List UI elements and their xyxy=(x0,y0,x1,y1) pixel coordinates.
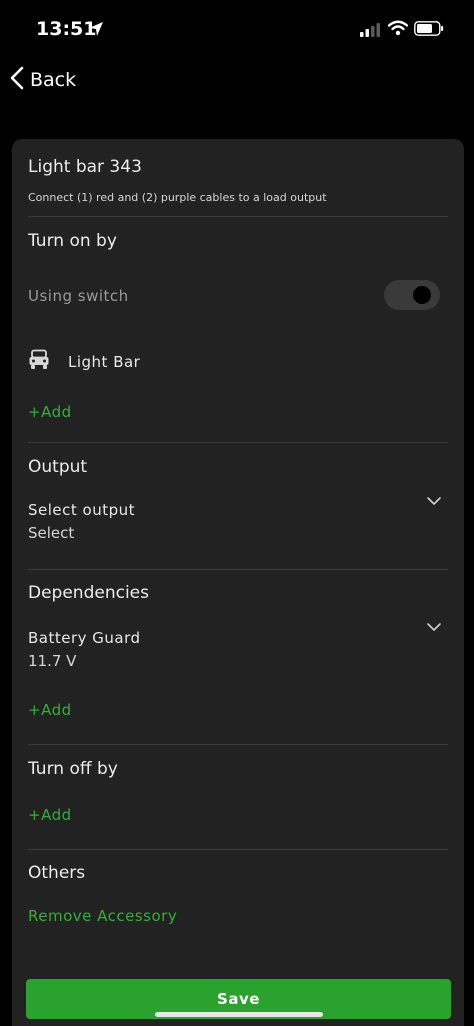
accessory-card: Light bar 343 Connect (1) red and (2) pu… xyxy=(12,139,464,1026)
dependency-value: 11.7 V xyxy=(28,652,77,670)
using-switch-row: Using switch xyxy=(28,280,448,317)
accessory-header: Light bar 343 xyxy=(28,157,448,177)
output-heading: Output xyxy=(28,457,88,477)
output-field-value: Select xyxy=(28,524,75,542)
remove-accessory-row: Remove Accessory xyxy=(28,906,448,925)
turn-on-add-row: +Add xyxy=(28,402,448,421)
dependencies-add-row: +Add xyxy=(28,700,448,719)
turn-on-section: Turn on by xyxy=(28,231,448,251)
car-icon xyxy=(28,349,50,375)
divider xyxy=(28,442,448,443)
dependency-label: Battery Guard xyxy=(28,629,141,647)
wifi-icon xyxy=(387,20,409,40)
chevron-left-icon xyxy=(10,66,24,94)
accessory-subtitle: Connect (1) red and (2) purple cables to… xyxy=(28,191,327,204)
turn-off-add-button[interactable]: +Add xyxy=(28,806,72,824)
chevron-down-icon[interactable] xyxy=(426,617,442,636)
divider xyxy=(28,849,448,850)
dependencies-add-button[interactable]: +Add xyxy=(28,701,72,719)
back-button[interactable]: Back xyxy=(10,64,76,96)
status-bar: 13:51 xyxy=(0,0,474,58)
dependencies-heading: Dependencies xyxy=(28,583,149,603)
turn-off-section: Turn off by xyxy=(28,759,448,779)
output-section: Output xyxy=(28,457,448,477)
divider xyxy=(28,216,448,217)
trigger-item[interactable]: Light Bar xyxy=(28,349,448,375)
chevron-down-icon[interactable] xyxy=(426,491,442,510)
accessory-subtitle-row: Connect (1) red and (2) purple cables to… xyxy=(28,191,448,204)
home-indicator xyxy=(155,1012,323,1017)
turn-on-add-button[interactable]: +Add xyxy=(28,403,72,421)
dependencies-section: Dependencies xyxy=(28,583,448,603)
dependency-item[interactable]: Battery Guard 11.7 V xyxy=(28,623,448,675)
others-heading: Others xyxy=(28,863,86,883)
output-field-label: Select output xyxy=(28,501,136,519)
accessory-title: Light bar 343 xyxy=(28,157,142,177)
others-section: Others xyxy=(28,863,448,883)
remove-accessory-button[interactable]: Remove Accessory xyxy=(28,907,177,925)
signal-icon xyxy=(360,22,382,41)
divider xyxy=(28,569,448,570)
battery-icon xyxy=(414,21,444,40)
turn-off-heading: Turn off by xyxy=(28,759,118,779)
location-arrow-icon xyxy=(88,21,104,41)
divider xyxy=(28,744,448,745)
back-label: Back xyxy=(30,69,77,91)
using-switch-toggle[interactable] xyxy=(384,280,440,310)
toggle-knob xyxy=(413,286,431,304)
trigger-name: Light Bar xyxy=(68,353,141,371)
turn-off-add-row: +Add xyxy=(28,805,448,824)
turn-on-heading: Turn on by xyxy=(28,231,117,251)
output-select[interactable]: Select output Select xyxy=(28,497,448,551)
